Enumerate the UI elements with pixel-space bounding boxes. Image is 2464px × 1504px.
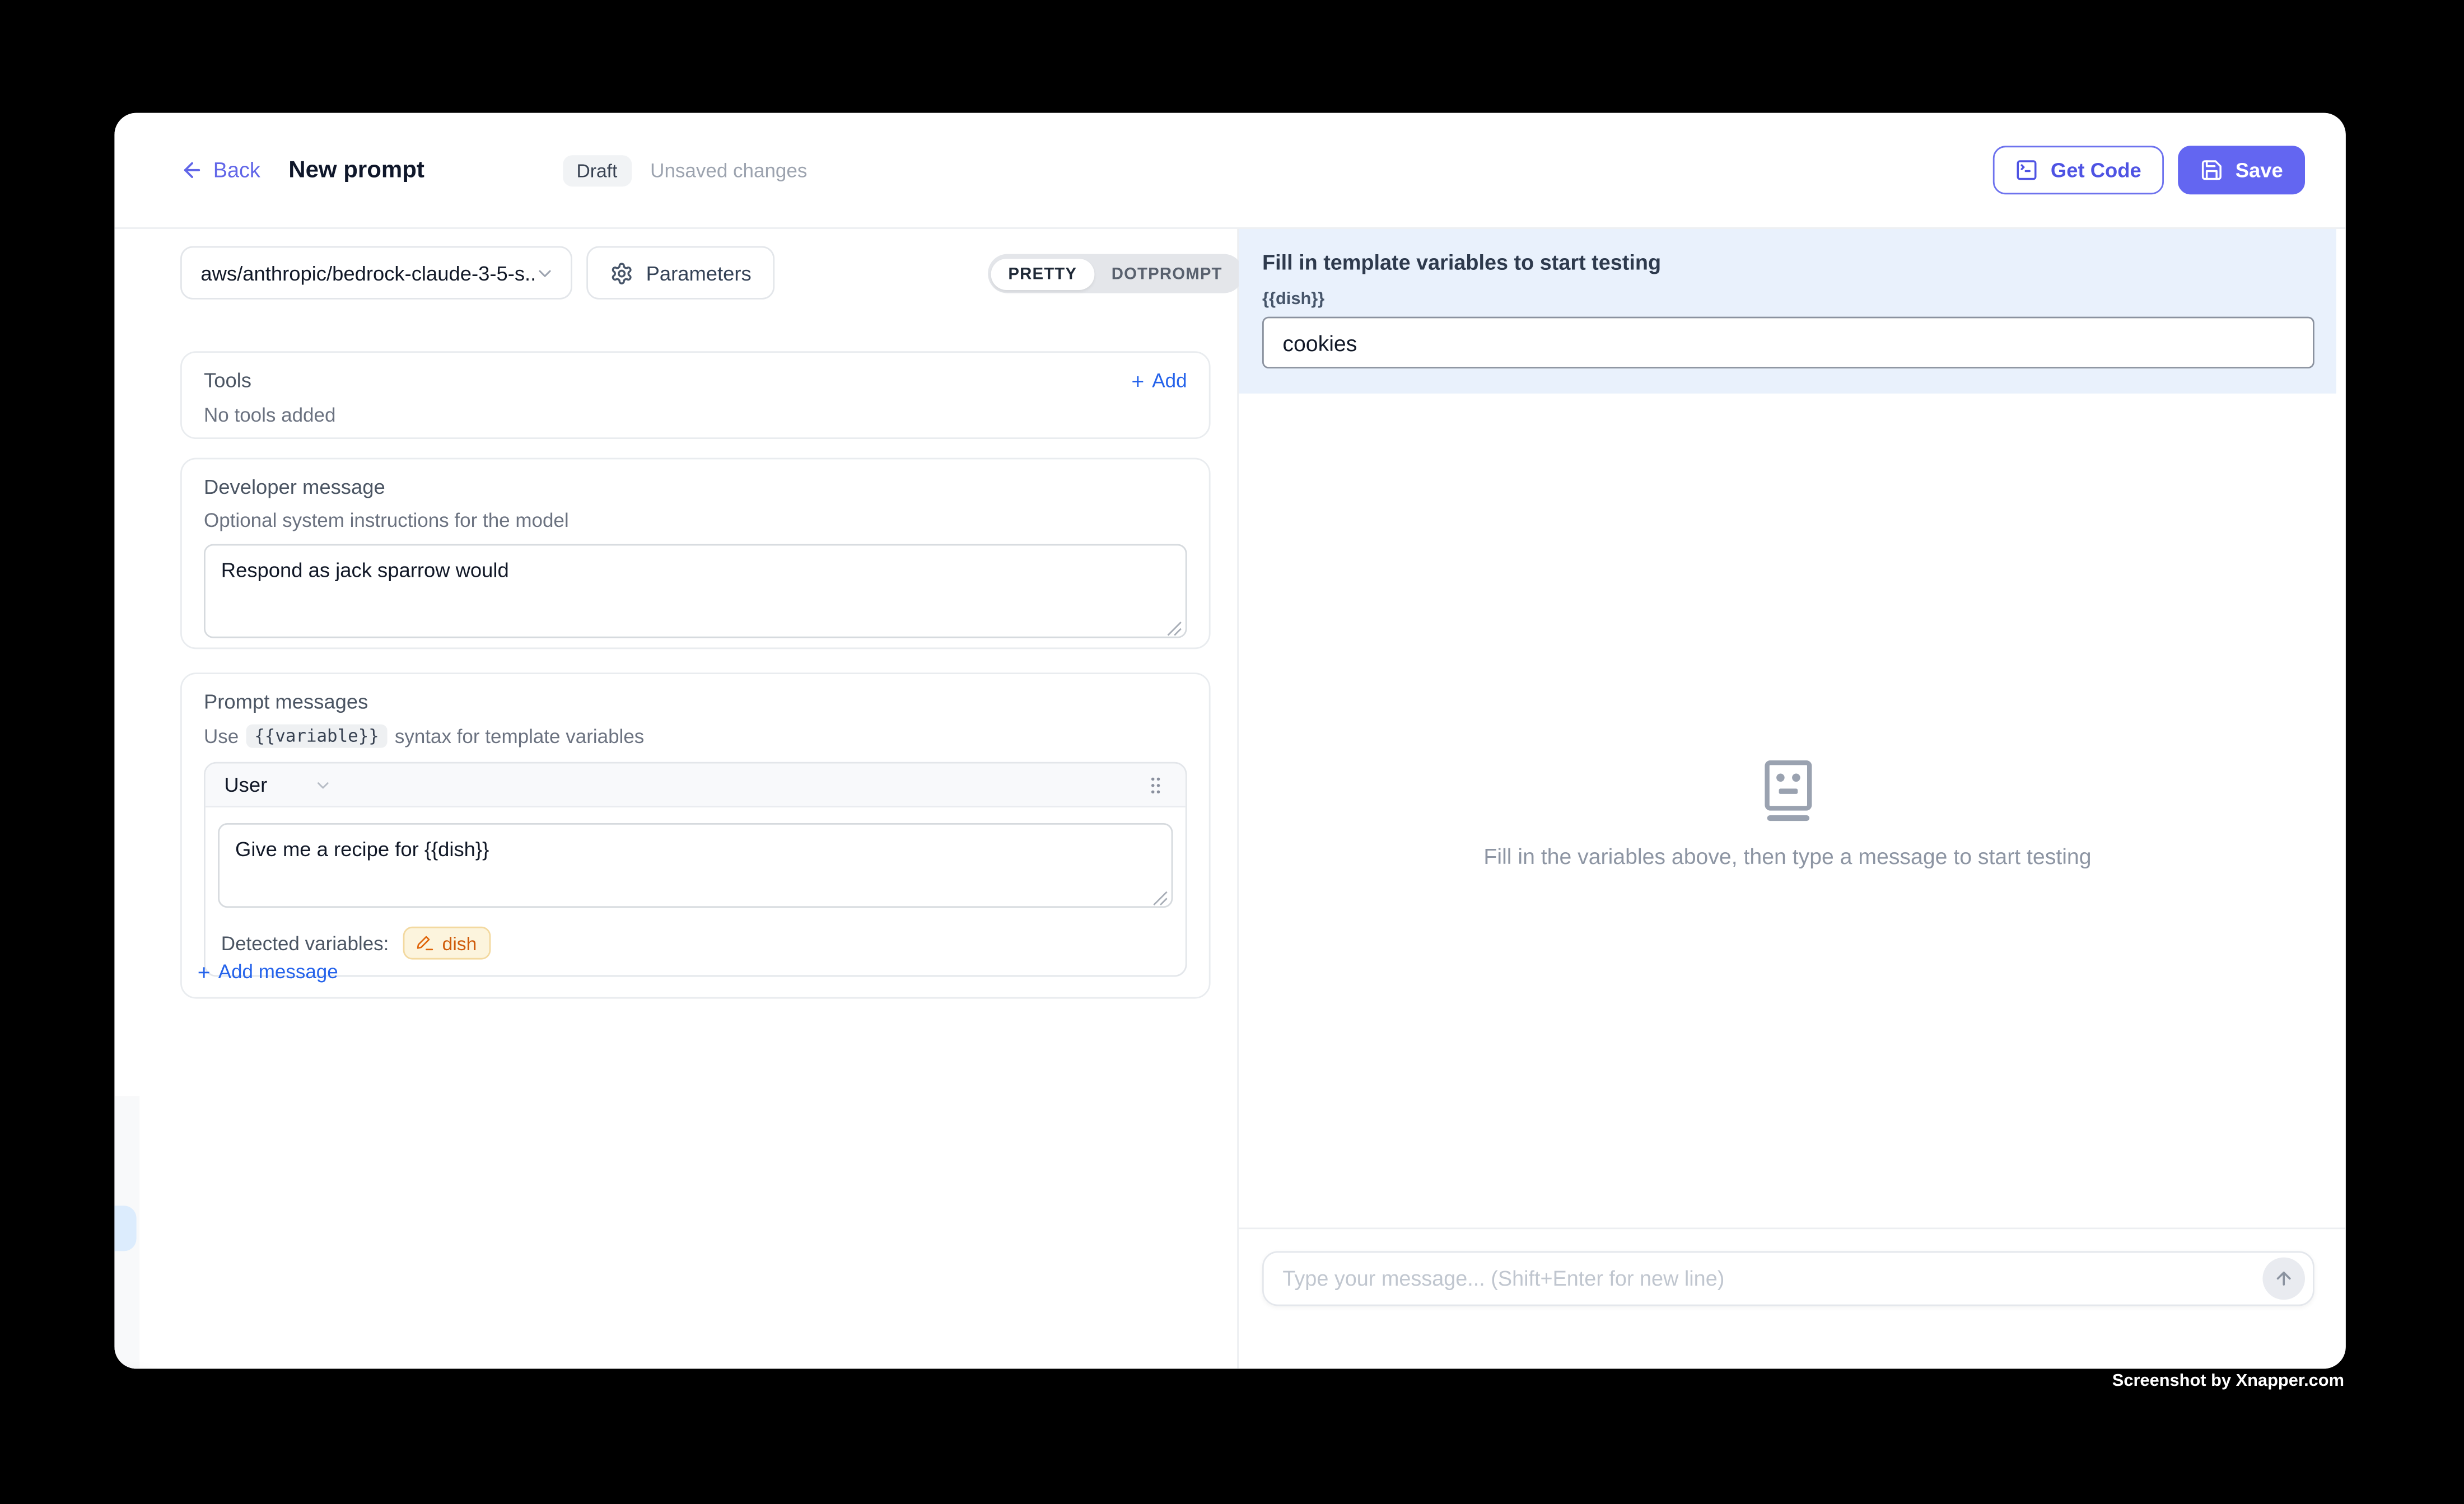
test-pane: Fill in template variables to start test…: [1239, 229, 2346, 1369]
dish-variable-input[interactable]: [1262, 317, 2314, 368]
variable-syntax-chip: {{variable}}: [246, 725, 387, 748]
variable-badge-dish[interactable]: dish: [403, 927, 491, 960]
chevron-down-icon: [535, 263, 555, 283]
dish-variable-label: {{dish}}: [1262, 290, 1324, 309]
plus-icon: +: [198, 961, 211, 983]
empty-state-text: Fill in the variables above, then type a…: [1483, 843, 2091, 868]
prompt-messages-card: Prompt messages Use {{variable}} syntax …: [180, 672, 1211, 998]
drag-handle-icon[interactable]: [1145, 772, 1166, 797]
back-button[interactable]: Back: [180, 158, 260, 182]
template-variables-panel: Fill in template variables to start test…: [1239, 229, 2336, 394]
developer-message-subtitle: Optional system instructions for the mod…: [204, 510, 1187, 531]
prompt-messages-subtitle: Use {{variable}} syntax for template var…: [204, 725, 1187, 748]
tools-title: Tools: [204, 368, 251, 392]
toggle-dotprompt[interactable]: DOTPROMPT: [1094, 258, 1240, 289]
add-message-label: Add message: [218, 961, 338, 983]
chevron-down-icon[interactable]: [314, 776, 333, 795]
subtitle-suffix: syntax for template variables: [395, 725, 645, 747]
square-terminal-icon: [2015, 158, 2038, 182]
message-block: User Give me a recipe for {{dish}}: [204, 762, 1187, 977]
chat-footer: [1239, 1227, 2346, 1368]
developer-message-card: Developer message Optional system instru…: [180, 458, 1211, 650]
save-label: Save: [2236, 158, 2283, 182]
add-tool-button[interactable]: + Add: [1131, 369, 1187, 391]
variable-badge-label: dish: [442, 932, 477, 954]
content-panes: aws/anthropic/bedrock-claude-3-5-s... Pa…: [114, 229, 2345, 1369]
developer-message-title: Developer message: [204, 475, 1187, 498]
tools-empty-text: No tools added: [204, 404, 1187, 426]
watermark-text: Screenshot by Xnapper.com: [2112, 1372, 2344, 1391]
plus-icon: +: [1131, 369, 1144, 391]
developer-message-textarea[interactable]: Respond as jack sparrow would: [204, 544, 1187, 638]
subtitle-prefix: Use: [204, 725, 239, 747]
add-message-button[interactable]: + Add message: [198, 961, 338, 983]
empty-state: Fill in the variables above, then type a…: [1239, 757, 2336, 868]
unsaved-changes-text: Unsaved changes: [650, 159, 807, 181]
view-mode-toggle: PRETTY DOTPROMPT: [988, 254, 1243, 293]
template-variables-title: Fill in template variables to start test…: [1262, 251, 1661, 274]
detected-variables-row: Detected variables: dish: [221, 927, 1173, 960]
pencil-icon: [417, 935, 435, 952]
draft-status-badge: Draft: [562, 155, 631, 186]
toggle-pretty[interactable]: PRETTY: [991, 258, 1094, 289]
parameters-button[interactable]: Parameters: [586, 246, 775, 300]
user-message-textarea[interactable]: Give me a recipe for {{dish}}: [218, 823, 1173, 908]
screenshot-stage: Back New prompt Draft Unsaved changes Ge…: [0, 0, 2464, 1504]
role-selector[interactable]: User: [224, 773, 267, 796]
left-edge-sliver: [114, 1096, 139, 1368]
arrow-up-icon: [2274, 1268, 2294, 1288]
message-header: User: [206, 764, 1186, 807]
save-button[interactable]: Save: [2177, 146, 2305, 194]
prompt-messages-title: Prompt messages: [204, 690, 1187, 713]
sliver-active-item: [114, 1206, 136, 1251]
arrow-left-icon: [180, 158, 204, 182]
add-tool-label: Add: [1152, 369, 1187, 391]
chat-input-box: [1262, 1251, 2314, 1306]
send-button[interactable]: [2262, 1258, 2305, 1300]
page-title: New prompt: [288, 157, 424, 184]
model-selector[interactable]: aws/anthropic/bedrock-claude-3-5-s...: [180, 246, 572, 300]
tools-card: Tools + Add No tools added: [180, 351, 1211, 439]
bot-face-icon: [1758, 757, 1817, 823]
detected-variables-label: Detected variables:: [221, 932, 389, 954]
message-body: Give me a recipe for {{dish}} Detected v…: [206, 807, 1186, 975]
get-code-button[interactable]: Get Code: [1992, 146, 2163, 194]
save-icon: [2199, 158, 2223, 182]
parameters-label: Parameters: [646, 261, 752, 284]
back-label: Back: [213, 158, 260, 182]
get-code-label: Get Code: [2051, 158, 2141, 182]
chat-area: Fill in the variables above, then type a…: [1239, 394, 2346, 1228]
page-header: Back New prompt Draft Unsaved changes Ge…: [114, 113, 2345, 229]
gear-icon: [610, 261, 633, 284]
app-window: Back New prompt Draft Unsaved changes Ge…: [114, 113, 2345, 1369]
prompt-editor-pane: aws/anthropic/bedrock-claude-3-5-s... Pa…: [114, 229, 1239, 1369]
model-selector-value: aws/anthropic/bedrock-claude-3-5-s...: [200, 261, 534, 284]
chat-message-input[interactable]: [1282, 1267, 2262, 1290]
